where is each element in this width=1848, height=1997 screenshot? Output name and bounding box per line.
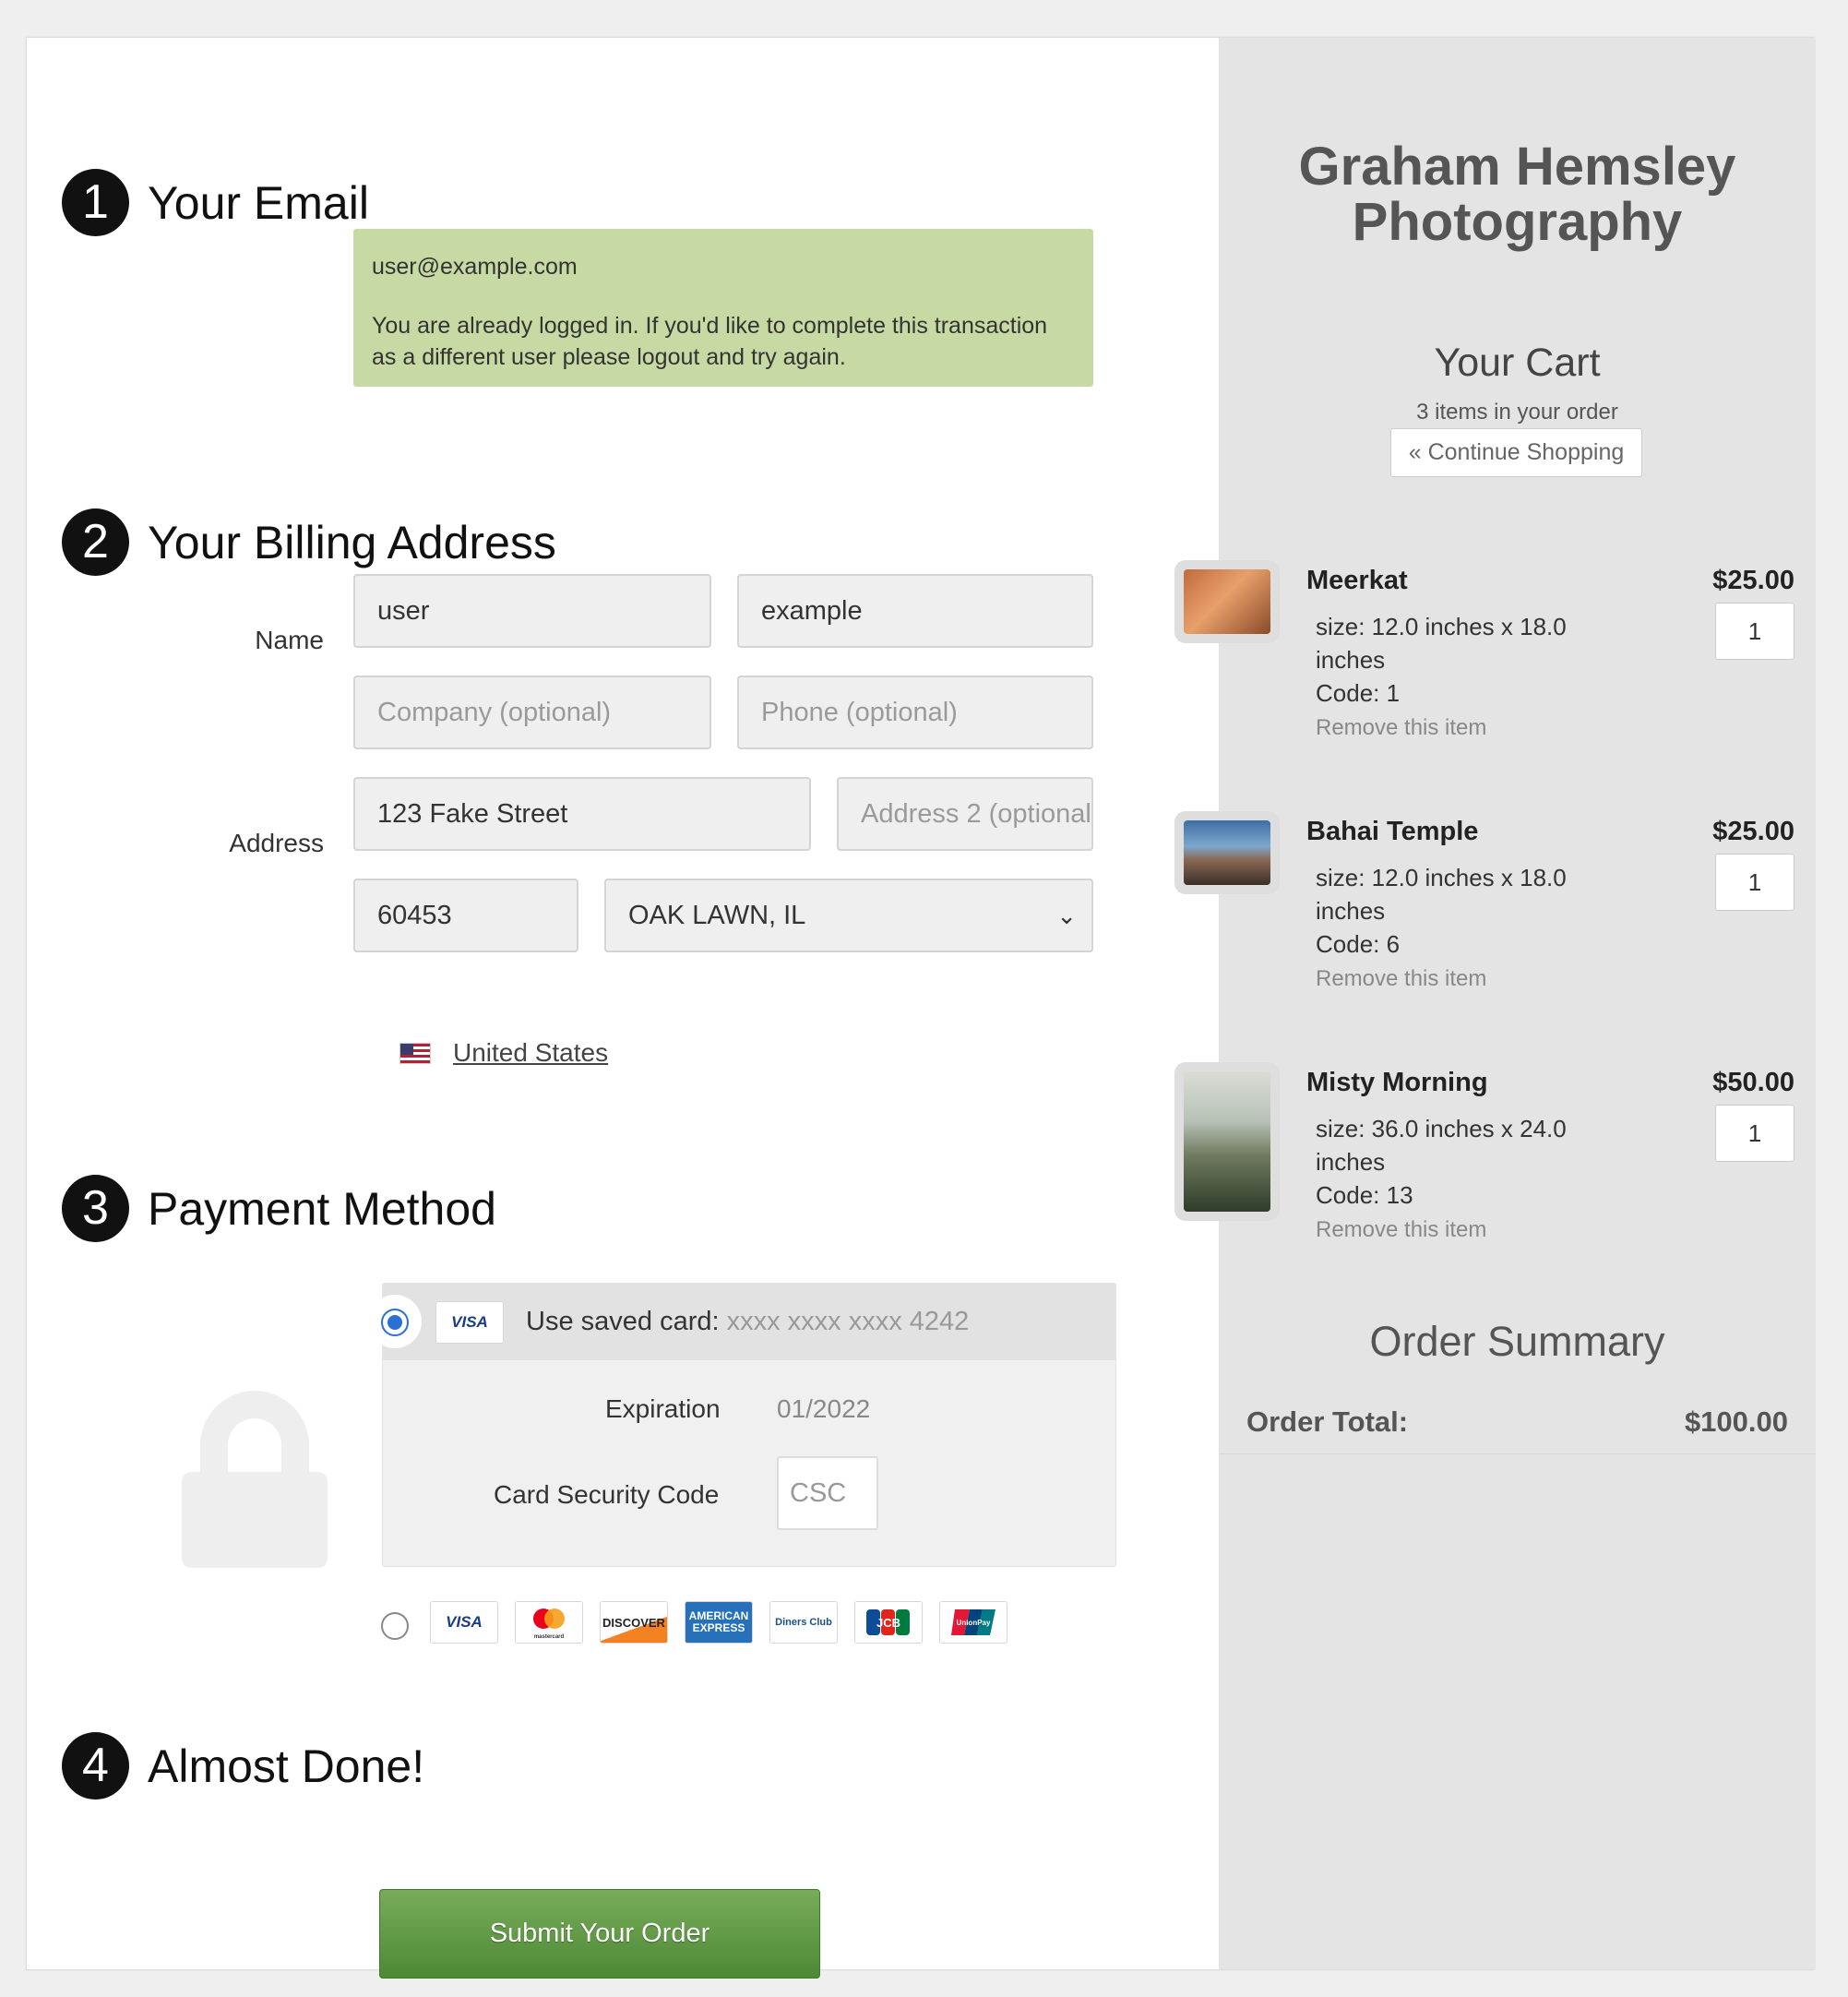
cart-title: Your Cart: [1434, 341, 1601, 385]
item-code: Code: 13: [1316, 1181, 1413, 1209]
step-payment-heading: 3 Payment Method: [62, 1175, 496, 1242]
saved-card-label: Use saved card:: [526, 1307, 720, 1336]
address1-input[interactable]: 123 Fake Street: [353, 777, 811, 851]
remove-item-link[interactable]: Remove this item: [1316, 1217, 1486, 1243]
step-title: Your Email: [148, 176, 369, 229]
step-number: 2: [62, 508, 129, 576]
jcb-icon: JCB: [854, 1601, 923, 1644]
saved-card-radio[interactable]: [381, 1309, 409, 1336]
item-thumbnail[interactable]: [1174, 811, 1280, 894]
cart-item: Misty Morning $50.00 size: 36.0 inches x…: [1174, 1062, 1794, 1274]
saved-card-panel: VISA Use saved card: xxxx xxxx xxxx 4242…: [382, 1283, 1116, 1567]
order-total-label: Order Total:: [1246, 1405, 1409, 1438]
svg-text:UnionPay: UnionPay: [957, 1619, 991, 1627]
saved-card-number: xxxx xxxx xxxx 4242: [726, 1307, 970, 1336]
item-name: Bahai Temple: [1306, 817, 1479, 846]
last-name-input[interactable]: example: [737, 574, 1093, 648]
us-flag-icon: [399, 1042, 431, 1064]
step-title: Payment Method: [148, 1182, 496, 1235]
csc-label: Card Security Code: [494, 1480, 720, 1509]
continue-shopping-button[interactable]: « Continue Shopping: [1390, 428, 1642, 477]
new-card-radio[interactable]: [381, 1612, 409, 1640]
quantity-input[interactable]: 1: [1715, 603, 1794, 660]
first-name-input[interactable]: user: [353, 574, 711, 648]
item-code: Code: 6: [1316, 930, 1401, 958]
item-size: size: 12.0 inches x 18.0 inches: [1316, 864, 1567, 925]
remove-item-link[interactable]: Remove this item: [1316, 966, 1486, 992]
cart-item: Meerkat $25.00 size: 12.0 inches x 18.0 …: [1174, 560, 1794, 772]
step-number: 3: [62, 1175, 129, 1242]
country-link[interactable]: United States: [453, 1038, 608, 1068]
company-input[interactable]: Company (optional): [353, 676, 711, 749]
csc-input[interactable]: CSC: [777, 1456, 878, 1530]
order-total-value: $100.00: [1684, 1405, 1788, 1438]
cart-sidebar: Graham Hemsley Photography Your Cart 3 i…: [1174, 38, 1816, 1969]
expiration-label: Expiration: [605, 1394, 721, 1423]
checkout-page: 1 Your Email user@example.com You are al…: [26, 37, 1816, 1979]
accepted-cards: VISA mastercard DISCOVER AMERICAN EXPRES…: [430, 1601, 1024, 1644]
discover-icon: DISCOVER: [600, 1601, 668, 1644]
quantity-input[interactable]: 1: [1715, 1105, 1794, 1162]
item-price: $25.00: [1712, 817, 1794, 846]
store-name: Graham Hemsley Photography: [1298, 137, 1736, 252]
city-state-select[interactable]: OAK LAWN, IL ⌄: [604, 879, 1093, 952]
address-label: Address: [229, 829, 324, 857]
item-price: $50.00: [1712, 1068, 1794, 1097]
unionpay-icon: UnionPay: [939, 1601, 1007, 1644]
chevron-down-icon: ⌄: [1056, 902, 1077, 929]
saved-card-header[interactable]: VISA Use saved card: xxxx xxxx xxxx 4242: [383, 1284, 1115, 1360]
cart-item: Bahai Temple $25.00 size: 12.0 inches x …: [1174, 811, 1794, 1023]
item-name: Misty Morning: [1306, 1068, 1488, 1097]
country-selector[interactable]: United States: [399, 1038, 608, 1068]
diners-club-icon: Diners Club: [769, 1601, 838, 1644]
item-size: size: 12.0 inches x 18.0 inches: [1316, 613, 1567, 674]
svg-text:mastercard: mastercard: [534, 1634, 565, 1640]
submit-order-button[interactable]: Submit Your Order: [379, 1889, 820, 1979]
zip-input[interactable]: 60453: [353, 879, 578, 952]
name-label: Name: [255, 626, 324, 654]
step-billing-heading: 2 Your Billing Address: [62, 508, 556, 576]
step-number: 1: [62, 169, 129, 236]
divider: [1219, 1453, 1816, 1454]
mastercard-icon: mastercard: [515, 1601, 583, 1644]
step-title: Your Billing Address: [148, 516, 556, 568]
step-title: Almost Done!: [148, 1740, 425, 1792]
item-price: $25.00: [1712, 566, 1794, 595]
step-number: 4: [62, 1732, 129, 1800]
item-thumbnail[interactable]: [1174, 1062, 1280, 1221]
item-size: size: 36.0 inches x 24.0 inches: [1316, 1115, 1567, 1176]
phone-input[interactable]: Phone (optional): [737, 676, 1093, 749]
svg-text:JCB: JCB: [876, 1616, 900, 1630]
logged-in-notice: user@example.com You are already logged …: [353, 229, 1093, 387]
item-thumbnail[interactable]: [1174, 560, 1280, 643]
item-name: Meerkat: [1306, 566, 1408, 595]
step-email-heading: 1 Your Email: [62, 169, 369, 236]
item-code: Code: 1: [1316, 679, 1401, 707]
step-done-heading: 4 Almost Done!: [62, 1732, 424, 1800]
lock-icon: [182, 1391, 328, 1568]
address2-input[interactable]: Address 2 (optional): [837, 777, 1093, 851]
city-state-value: OAK LAWN, IL: [628, 901, 806, 930]
logged-in-message: You are already logged in. If you'd like…: [372, 313, 1048, 370]
email-address: user@example.com: [372, 254, 578, 280]
order-summary-title: Order Summary: [1369, 1318, 1665, 1365]
remove-item-link[interactable]: Remove this item: [1316, 715, 1486, 741]
expiration-value: 01/2022: [777, 1394, 871, 1423]
visa-icon: VISA: [430, 1601, 498, 1644]
amex-icon: AMERICAN EXPRESS: [685, 1601, 753, 1644]
cart-item-count: 3 items in your order: [1416, 400, 1618, 425]
visa-icon: VISA: [435, 1300, 504, 1344]
quantity-input[interactable]: 1: [1715, 854, 1794, 911]
checkout-form: 1 Your Email user@example.com You are al…: [27, 38, 1219, 1979]
